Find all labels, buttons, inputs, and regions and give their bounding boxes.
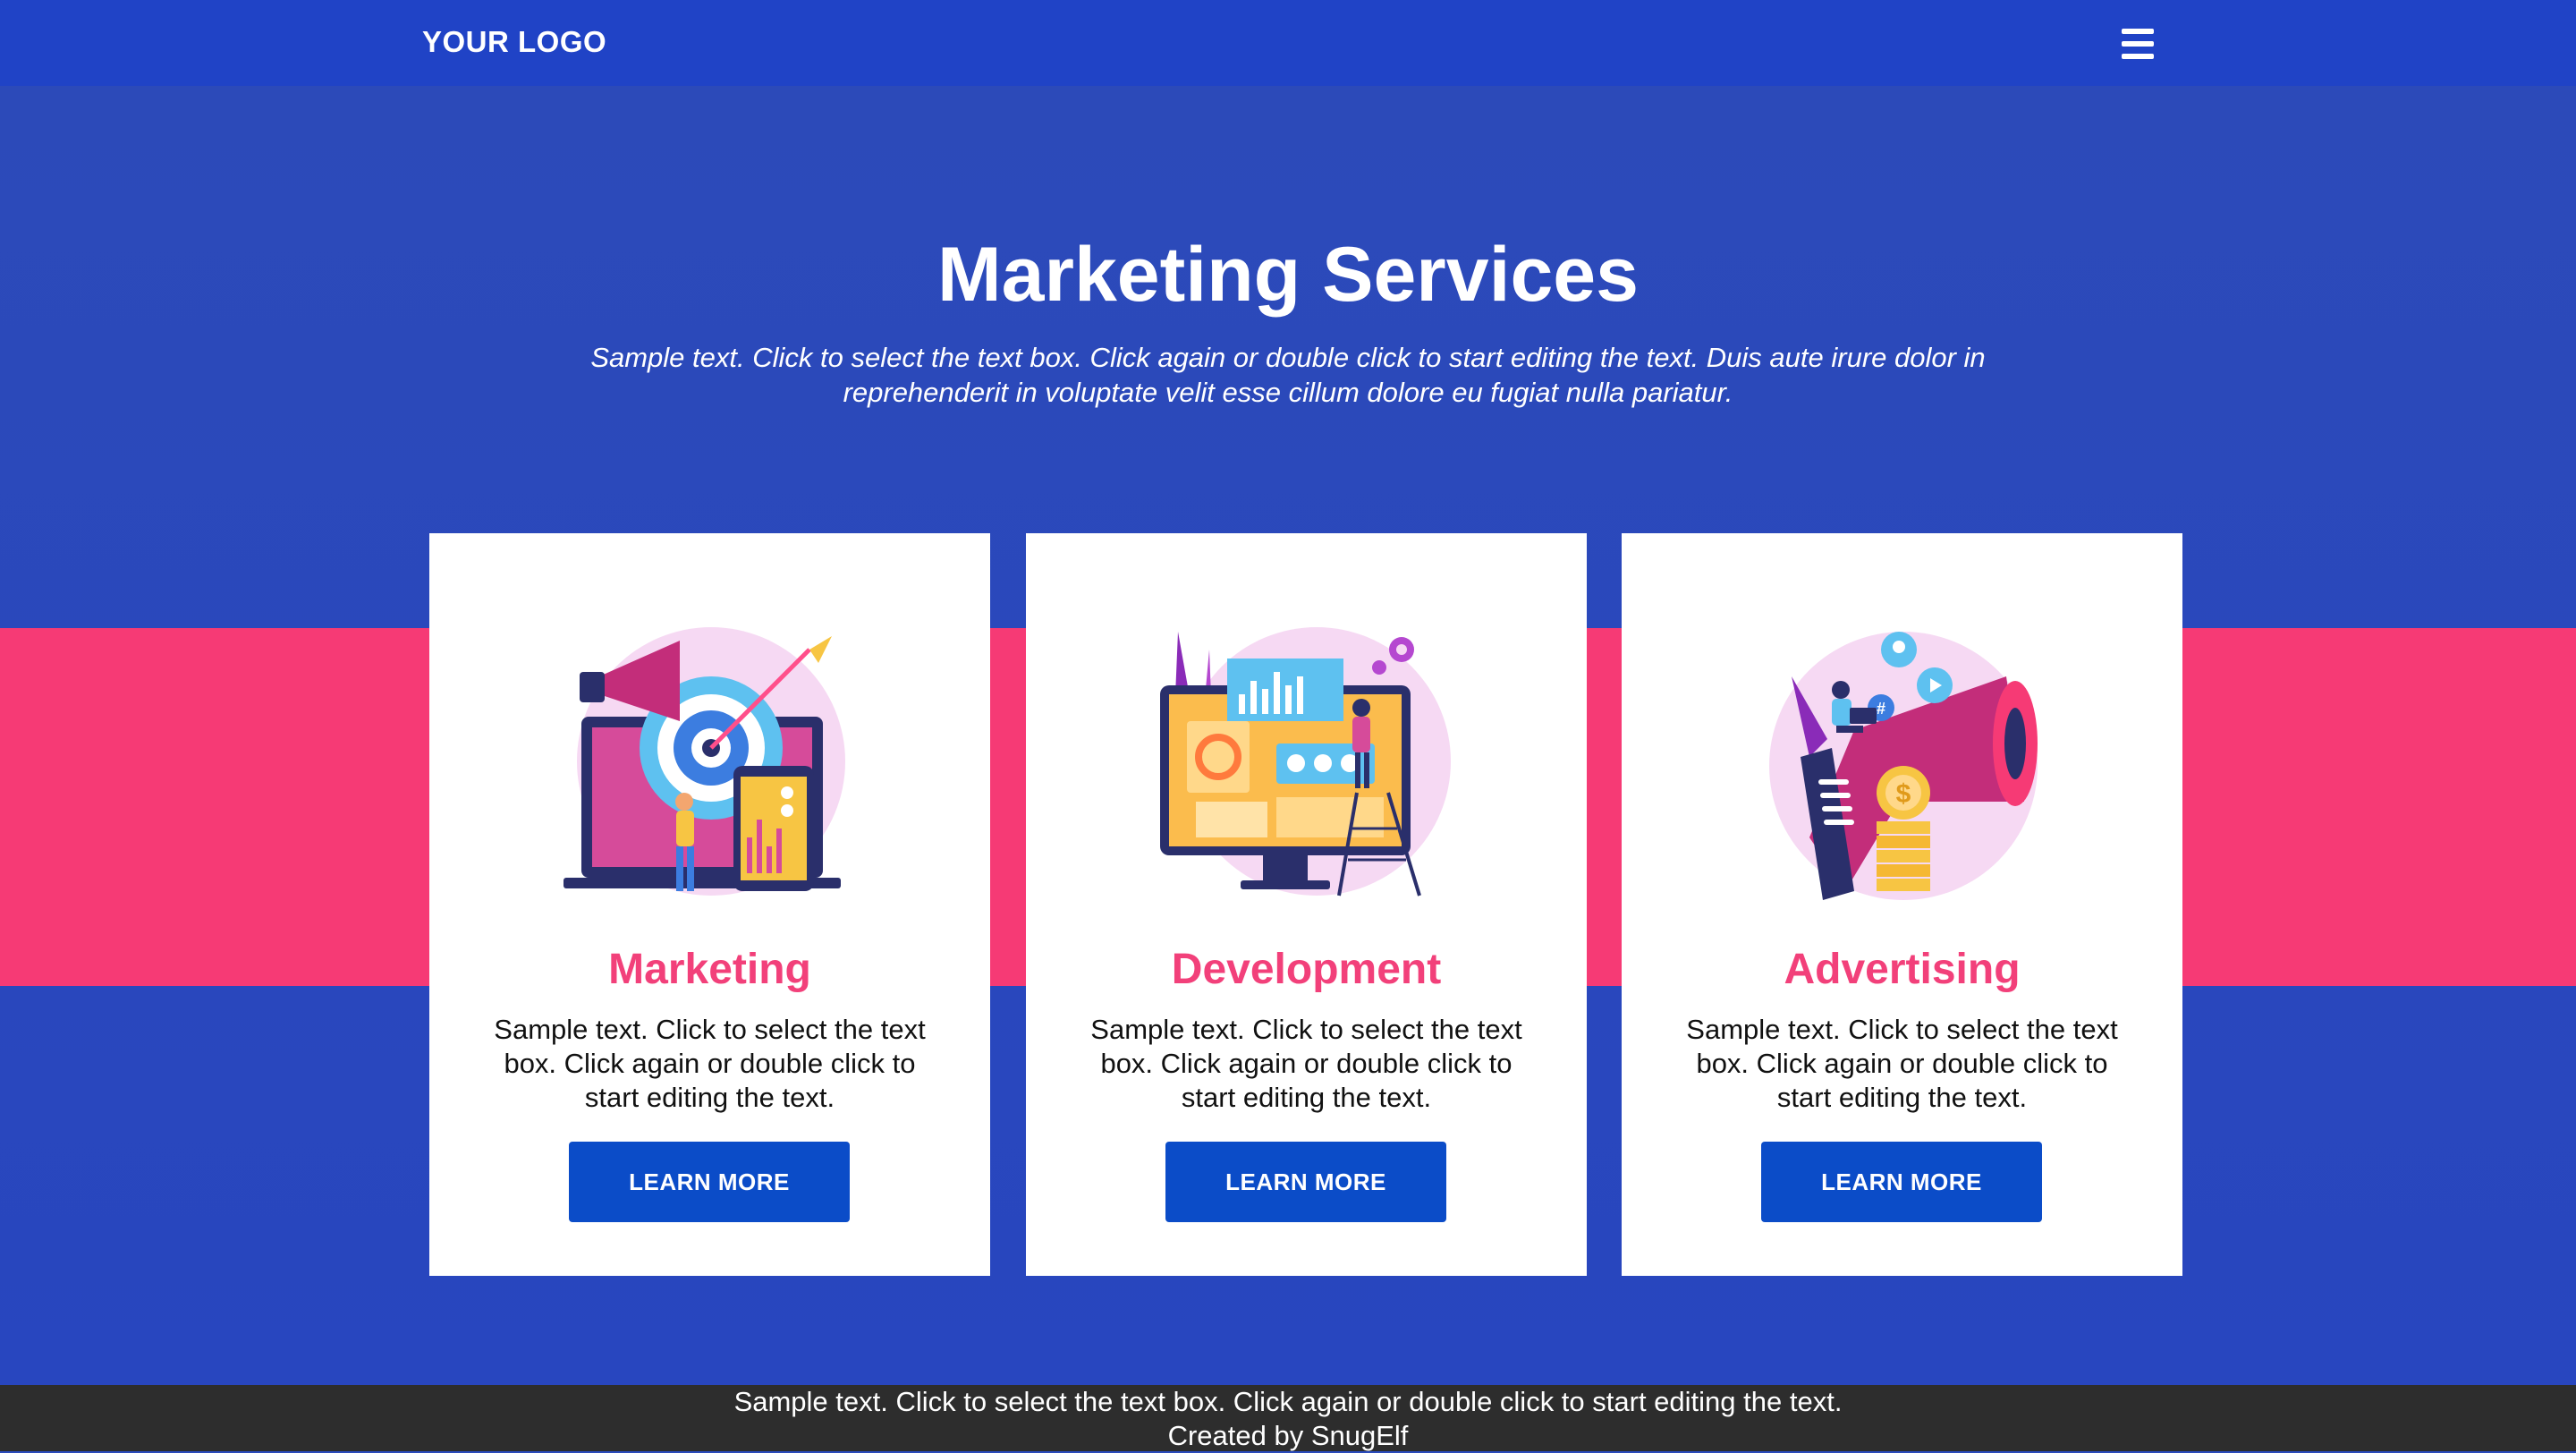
marketing-target-illustration xyxy=(564,627,845,896)
hamburger-menu-icon[interactable] xyxy=(2122,29,2154,59)
card-text: Sample text. Click to select the text bo… xyxy=(494,1014,926,1113)
site-footer: Sample text. Click to select the text bo… xyxy=(0,1385,2576,1451)
service-card-development: Development Sample text. Click to select… xyxy=(1026,533,1587,1276)
card-text: Sample text. Click to select the text bo… xyxy=(1090,1014,1522,1113)
learn-more-button[interactable]: LEARN MORE xyxy=(569,1142,850,1222)
site-header: YOUR LOGO xyxy=(0,0,2576,86)
page-title: Marketing Services xyxy=(937,232,1639,318)
learn-more-button[interactable]: LEARN MORE xyxy=(1165,1142,1446,1222)
card-title: Marketing xyxy=(608,946,811,993)
service-card-marketing: Marketing Sample text. Click to select t… xyxy=(429,533,990,1276)
site-logo[interactable]: YOUR LOGO xyxy=(422,25,606,59)
hero-subtitle: Sample text. Click to select the text bo… xyxy=(590,342,1986,408)
card-title: Development xyxy=(1171,946,1442,993)
footer-text: Sample text. Click to select the text bo… xyxy=(733,1386,1843,1417)
footer-credit: Created by SnugElf xyxy=(1167,1420,1409,1451)
card-text: Sample text. Click to select the text bo… xyxy=(1686,1014,2118,1113)
learn-more-button[interactable]: LEARN MORE xyxy=(1761,1142,2042,1222)
service-card-advertising: $ # Advertising Sample text. Click to se… xyxy=(1622,533,2182,1276)
card-title: Advertising xyxy=(1784,946,2021,993)
development-monitor-illustration xyxy=(1160,627,1451,896)
svg-text:#: # xyxy=(1877,700,1885,718)
advertising-megaphone-illustration: $ # xyxy=(1769,632,2038,900)
svg-text:$: $ xyxy=(1896,779,1911,809)
